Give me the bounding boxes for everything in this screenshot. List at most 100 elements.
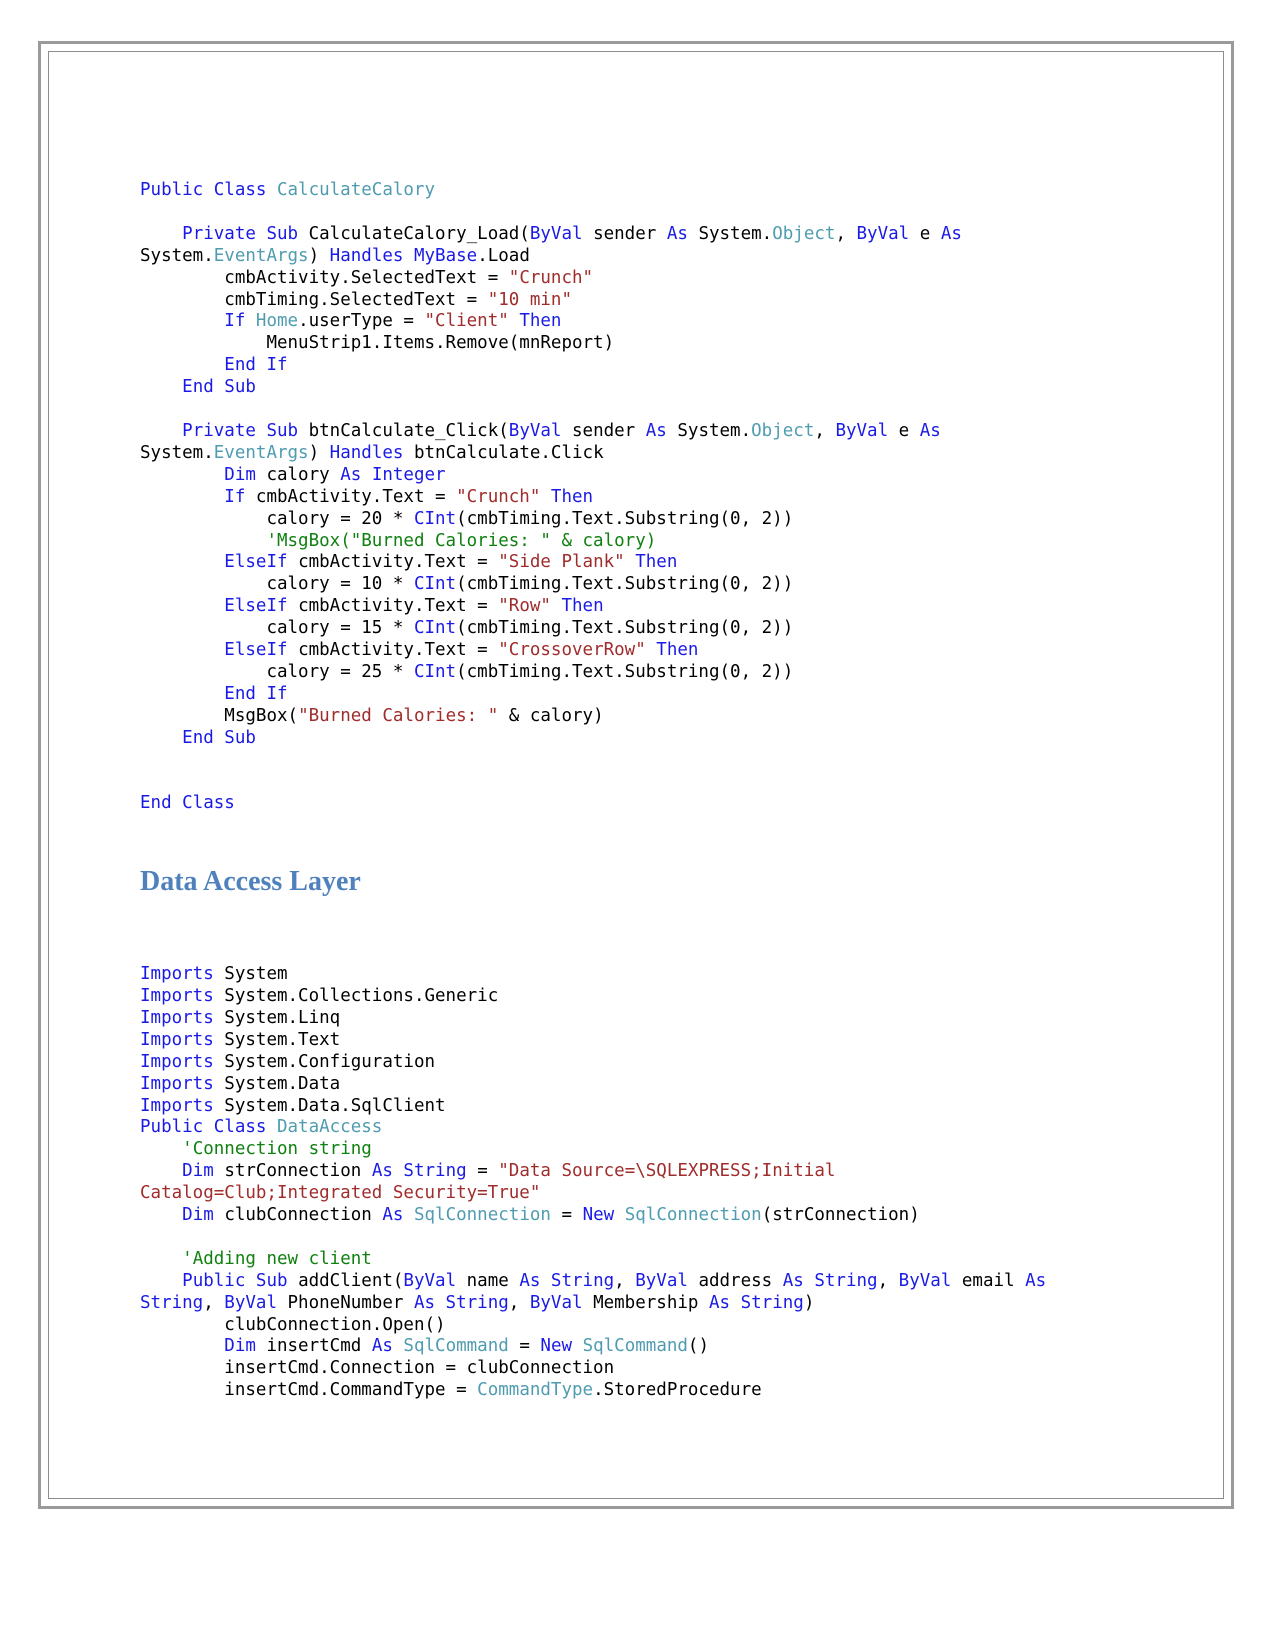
page-content: Public Class CalculateCalory Private Sub… <box>140 180 1060 1402</box>
code-token: ByVal <box>856 223 920 244</box>
code-token: SqlConnection <box>624 1205 762 1226</box>
code-token: "Client" <box>424 311 520 332</box>
code-token: 'Connection string <box>182 1139 372 1160</box>
code-token: , <box>877 1270 899 1291</box>
code-token: ByVal <box>403 1270 467 1291</box>
code-token: .StoredProcedure <box>593 1380 762 1401</box>
code-token: End If <box>224 683 288 704</box>
code-line: Public Class CalculateCalory <box>140 180 1060 202</box>
code-line: MsgBox("Burned Calories: " & calory) <box>140 706 1060 728</box>
code-token: (cmbTiming.Text.Substring(0, 2)) <box>456 661 794 682</box>
code-line: Imports System.Linq <box>140 1008 1060 1030</box>
code-line: Dim clubConnection As SqlConnection = Ne… <box>140 1205 1060 1227</box>
code-token: Then <box>550 486 594 507</box>
code-token: cmbActivity.SelectedText = <box>140 267 509 288</box>
code-token: ByVal <box>529 223 594 244</box>
code-token: EventArgs <box>213 245 309 266</box>
code-token: SqlCommand <box>403 1336 520 1357</box>
code-token: System.Text <box>224 1029 341 1050</box>
code-token: 'MsgBox("Burned Calories: " & calory) <box>266 530 657 551</box>
code-token: cmbActivity.Text = <box>298 596 499 617</box>
code-token: CalculateCalory_Load( <box>308 223 530 244</box>
code-token: ByVal <box>635 1270 699 1291</box>
code-token: cmbActivity.Text = <box>298 552 499 573</box>
code-token: addClient( <box>298 1270 404 1291</box>
code-token: As Integer <box>340 464 446 485</box>
code-token: Public Class <box>140 1117 277 1138</box>
code-line: insertCmd.Connection = clubConnection <box>140 1358 1060 1380</box>
code-line: End Class <box>140 793 1060 815</box>
code-token: CInt <box>413 661 457 682</box>
code-token: calory = 15 * <box>140 618 414 639</box>
code-token: System.Collections.Generic <box>224 985 499 1006</box>
code-token: "10 min" <box>487 289 572 310</box>
code-token: calory = 20 * <box>140 508 414 529</box>
code-token: System. <box>140 245 214 266</box>
code-token: Dim <box>224 1336 267 1357</box>
code-line: Dim strConnection As String = "Data Sour… <box>140 1161 1060 1205</box>
code-line: calory = 15 * CInt(cmbTiming.Text.Substr… <box>140 618 1060 640</box>
code-token: .Load <box>477 245 530 266</box>
code-line: If Home.userType = "Client" Then <box>140 311 1060 333</box>
code-token: System.Configuration <box>224 1051 436 1072</box>
code-token: = <box>477 1161 499 1182</box>
code-line: Private Sub CalculateCalory_Load(ByVal s… <box>140 224 1060 268</box>
code-token: "CrossoverRow" <box>498 640 657 661</box>
code-token: Then <box>561 596 604 617</box>
code-line: calory = 20 * CInt(cmbTiming.Text.Substr… <box>140 509 1060 531</box>
code-token: sender <box>593 223 667 244</box>
code-line: Imports System.Data <box>140 1074 1060 1096</box>
code-line: Dim calory As Integer <box>140 465 1060 487</box>
code-token: (cmbTiming.Text.Substring(0, 2)) <box>456 618 794 639</box>
code-line: calory = 10 * CInt(cmbTiming.Text.Substr… <box>140 574 1060 596</box>
code-token: SqlCommand <box>582 1336 688 1357</box>
code-token: SqlConnection <box>413 1205 562 1226</box>
code-token: e <box>898 420 920 441</box>
code-token: Then <box>656 640 699 661</box>
spacer-after-heading <box>140 898 1060 964</box>
section-heading-data-access-layer: Data Access Layer <box>140 866 361 898</box>
code-token: ByVal <box>529 1292 594 1313</box>
code-line: MenuStrip1.Items.Remove(mnReport) <box>140 333 1060 355</box>
code-token: = <box>519 1336 541 1357</box>
code-token: System. <box>698 223 773 244</box>
code-token: Private Sub <box>182 223 309 244</box>
code-token: As String <box>371 1161 478 1182</box>
code-token: System. <box>140 442 214 463</box>
code-token: As String <box>413 1292 509 1313</box>
code-token: ByVal <box>898 1270 962 1291</box>
code-token: If <box>224 486 256 507</box>
code-line: Imports System.Collections.Generic <box>140 986 1060 1008</box>
code-token: ByVal <box>224 1292 288 1313</box>
code-token: , <box>508 1292 530 1313</box>
code-token: Imports <box>140 1029 225 1050</box>
code-line: End Sub <box>140 377 1060 399</box>
code-line: clubConnection.Open() <box>140 1315 1060 1337</box>
code-token: strConnection <box>224 1161 372 1182</box>
code-token: ElseIf <box>224 596 299 617</box>
code-token: As String <box>708 1292 804 1313</box>
code-line: cmbTiming.SelectedText = "10 min" <box>140 290 1060 312</box>
code-token: (cmbTiming.Text.Substring(0, 2)) <box>456 574 794 595</box>
code-token: "Row" <box>498 596 562 617</box>
code-token: cmbActivity.Text = <box>298 640 499 661</box>
code-line: ElseIf cmbActivity.Text = "Side Plank" T… <box>140 552 1060 574</box>
code-token: System.Data.SqlClient <box>224 1095 446 1116</box>
code-token: , <box>614 1270 636 1291</box>
code-token: As <box>382 1205 414 1226</box>
code-line: Imports System <box>140 964 1060 986</box>
code-token: sender <box>572 420 646 441</box>
code-token: Imports <box>140 1007 225 1028</box>
